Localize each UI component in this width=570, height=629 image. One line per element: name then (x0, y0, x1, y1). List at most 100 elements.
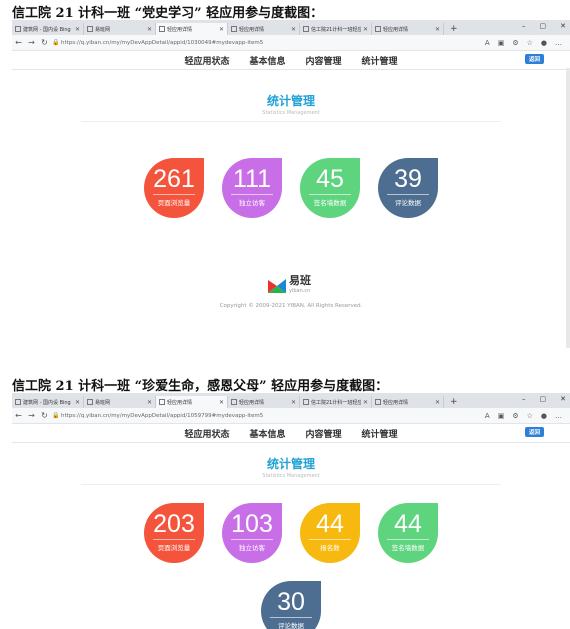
favorite-icon[interactable]: ☆ (527, 39, 533, 47)
browser-tab[interactable]: 轻应用详情 ✕ (228, 23, 300, 35)
stat-page-views: 261 页面浏览量 (144, 158, 204, 218)
stat-signature-wall: 45 签名墙数据 (300, 158, 360, 218)
tab-close-icon[interactable]: ✕ (291, 26, 296, 33)
toolbar-icons: A ▣ ⚙ ☆ ● … (485, 412, 570, 420)
extensions-icon[interactable]: ⚙ (512, 39, 518, 47)
toolbar-icons: A ▣ ⚙ ☆ ● … (485, 39, 570, 47)
tab-favicon-icon (231, 399, 237, 405)
section-title: 统计管理 (266, 94, 315, 108)
divider (81, 484, 501, 485)
maximize-icon[interactable]: ▢ (540, 395, 547, 403)
stat-comments: 30 评论数据 (261, 581, 321, 629)
menu-item-basic-info[interactable]: 基本信息 (249, 54, 285, 67)
tab-favicon-icon (159, 26, 165, 32)
scrollbar[interactable] (566, 68, 570, 348)
menu-item-content[interactable]: 内容管理 (306, 54, 342, 67)
tab-favicon-icon (303, 26, 309, 32)
tab-close-icon[interactable]: ✕ (363, 26, 368, 33)
refresh-icon[interactable]: ↻ (38, 411, 51, 420)
collections-icon[interactable]: ▣ (498, 412, 505, 420)
stat-unique-visitors: 111 独立访客 (222, 158, 282, 218)
tab-close-icon[interactable]: ✕ (435, 399, 440, 406)
copyright-text: Copyright © 2009-2021 YIBAN. All Rights … (219, 303, 363, 309)
browser-tab[interactable]: 轻应用详情 ✕ (228, 396, 300, 408)
menu-item-status[interactable]: 轻应用状态 (184, 427, 229, 440)
back-icon[interactable]: ← (12, 38, 25, 47)
browser-tab[interactable]: 轻应用详情 ✕ (372, 23, 444, 35)
app-menu: 轻应用状态 基本信息 内容管理 统计管理 返回 (12, 424, 570, 443)
extensions-icon[interactable]: ⚙ (512, 412, 518, 420)
tab-favicon-icon (303, 399, 309, 405)
tab-favicon-icon (231, 26, 237, 32)
back-button[interactable]: 返回 (524, 427, 544, 437)
more-icon[interactable]: … (555, 39, 562, 47)
url-field[interactable]: https://q.yiban.cn/my/myDevAppDetail/app… (61, 413, 485, 419)
tab-close-icon[interactable]: ✕ (219, 399, 224, 406)
address-bar: ← → ↻ 🔒 https://q.yiban.cn/my/myDevAppDe… (12, 35, 570, 51)
menu-item-content[interactable]: 内容管理 (306, 427, 342, 440)
maximize-icon[interactable]: ▢ (540, 22, 547, 30)
minimize-icon[interactable]: – (522, 22, 526, 30)
tab-close-icon[interactable]: ✕ (147, 26, 152, 33)
tab-close-icon[interactable]: ✕ (435, 26, 440, 33)
read-aloud-icon[interactable]: A (485, 412, 490, 420)
menu-item-statistics[interactable]: 统计管理 (362, 427, 398, 440)
url-field[interactable]: https://q.yiban.cn/my/myDevAppDetail/app… (61, 40, 485, 46)
window-controls: – ▢ ✕ (522, 22, 566, 30)
tab-close-icon[interactable]: ✕ (291, 399, 296, 406)
new-tab-icon[interactable]: + (444, 396, 464, 408)
browser-tab-active[interactable]: 轻应用详情 ✕ (156, 396, 228, 408)
browser-tab[interactable]: 易班网 ✕ (84, 23, 156, 35)
tab-favicon-icon (375, 399, 381, 405)
stat-unique-visitors: 103 独立访客 (222, 503, 282, 563)
profile-icon[interactable]: ● (541, 39, 547, 47)
back-button[interactable]: 返回 (524, 54, 544, 64)
tab-close-icon[interactable]: ✕ (147, 399, 152, 406)
section-subtitle: Statistics Management (262, 473, 320, 479)
tab-favicon-icon (159, 399, 165, 405)
browser-tab[interactable]: 易班网 ✕ (84, 396, 156, 408)
browser-tab[interactable]: 建筑网 - 国内设 Bing ✕ (12, 396, 84, 408)
caption-2: 信工院 21 计科一班 “珍爱生命，感恩父母” 轻应用参与度截图： (12, 379, 389, 394)
collections-icon[interactable]: ▣ (498, 39, 505, 47)
forward-icon[interactable]: → (25, 411, 38, 420)
new-tab-icon[interactable]: + (444, 23, 464, 35)
browser-tab[interactable]: 信工院21计科一班轻应 ✕ (300, 396, 372, 408)
screenshot-2: 建筑网 - 国内设 Bing ✕ 易班网 ✕ 轻应用详情 ✕ 轻应用详情 ✕ 信工院21… (12, 393, 570, 629)
logo-url: yiban.cn (289, 288, 311, 294)
stat-registrations: 44 报名数 (300, 503, 360, 563)
refresh-icon[interactable]: ↻ (38, 38, 51, 47)
browser-tab[interactable]: 建筑网 - 国内设 Bing ✕ (12, 23, 84, 35)
window-controls: – ▢ ✕ (522, 395, 566, 403)
tab-close-icon[interactable]: ✕ (75, 26, 80, 33)
yiban-logo-icon (268, 279, 286, 293)
browser-tab-bar: 建筑网 - 国内设 Bing ✕ 易班网 ✕ 轻应用详情 ✕ 轻应用详情 ✕ 信工院21… (12, 393, 570, 408)
profile-icon[interactable]: ● (541, 412, 547, 420)
yiban-logo: 易班 yiban.cn (268, 275, 311, 296)
lock-icon: 🔒 (52, 39, 60, 46)
menu-item-statistics[interactable]: 统计管理 (362, 54, 398, 67)
address-bar: ← → ↻ 🔒 https://q.yiban.cn/my/myDevAppDe… (12, 408, 570, 424)
lock-icon: 🔒 (52, 412, 60, 419)
browser-tab-bar: 建筑网 - 国内设 Bing ✕ 易班网 ✕ 轻应用详情 ✕ 轻应用详情 ✕ 信工院21… (12, 20, 570, 35)
tab-close-icon[interactable]: ✕ (75, 399, 80, 406)
browser-tab-active[interactable]: 轻应用详情 ✕ (156, 23, 228, 35)
read-aloud-icon[interactable]: A (485, 39, 490, 47)
favorite-icon[interactable]: ☆ (527, 412, 533, 420)
forward-icon[interactable]: → (25, 38, 38, 47)
tab-favicon-icon (87, 26, 93, 32)
divider (81, 121, 501, 122)
tab-close-icon[interactable]: ✕ (219, 26, 224, 33)
browser-tab[interactable]: 轻应用详情 ✕ (372, 396, 444, 408)
tab-close-icon[interactable]: ✕ (363, 399, 368, 406)
minimize-icon[interactable]: – (522, 395, 526, 403)
screenshot-1: 建筑网 - 国内设 Bing ✕ 易班网 ✕ 轻应用详情 ✕ 轻应用详情 ✕ 信工院21… (12, 20, 570, 350)
menu-item-basic-info[interactable]: 基本信息 (249, 427, 285, 440)
more-icon[interactable]: … (555, 412, 562, 420)
close-icon[interactable]: ✕ (560, 395, 566, 403)
close-icon[interactable]: ✕ (560, 22, 566, 30)
back-icon[interactable]: ← (12, 411, 25, 420)
section-subtitle: Statistics Management (262, 110, 320, 116)
menu-item-status[interactable]: 轻应用状态 (184, 54, 229, 67)
browser-tab[interactable]: 信工院21计科一班轻应 ✕ (300, 23, 372, 35)
